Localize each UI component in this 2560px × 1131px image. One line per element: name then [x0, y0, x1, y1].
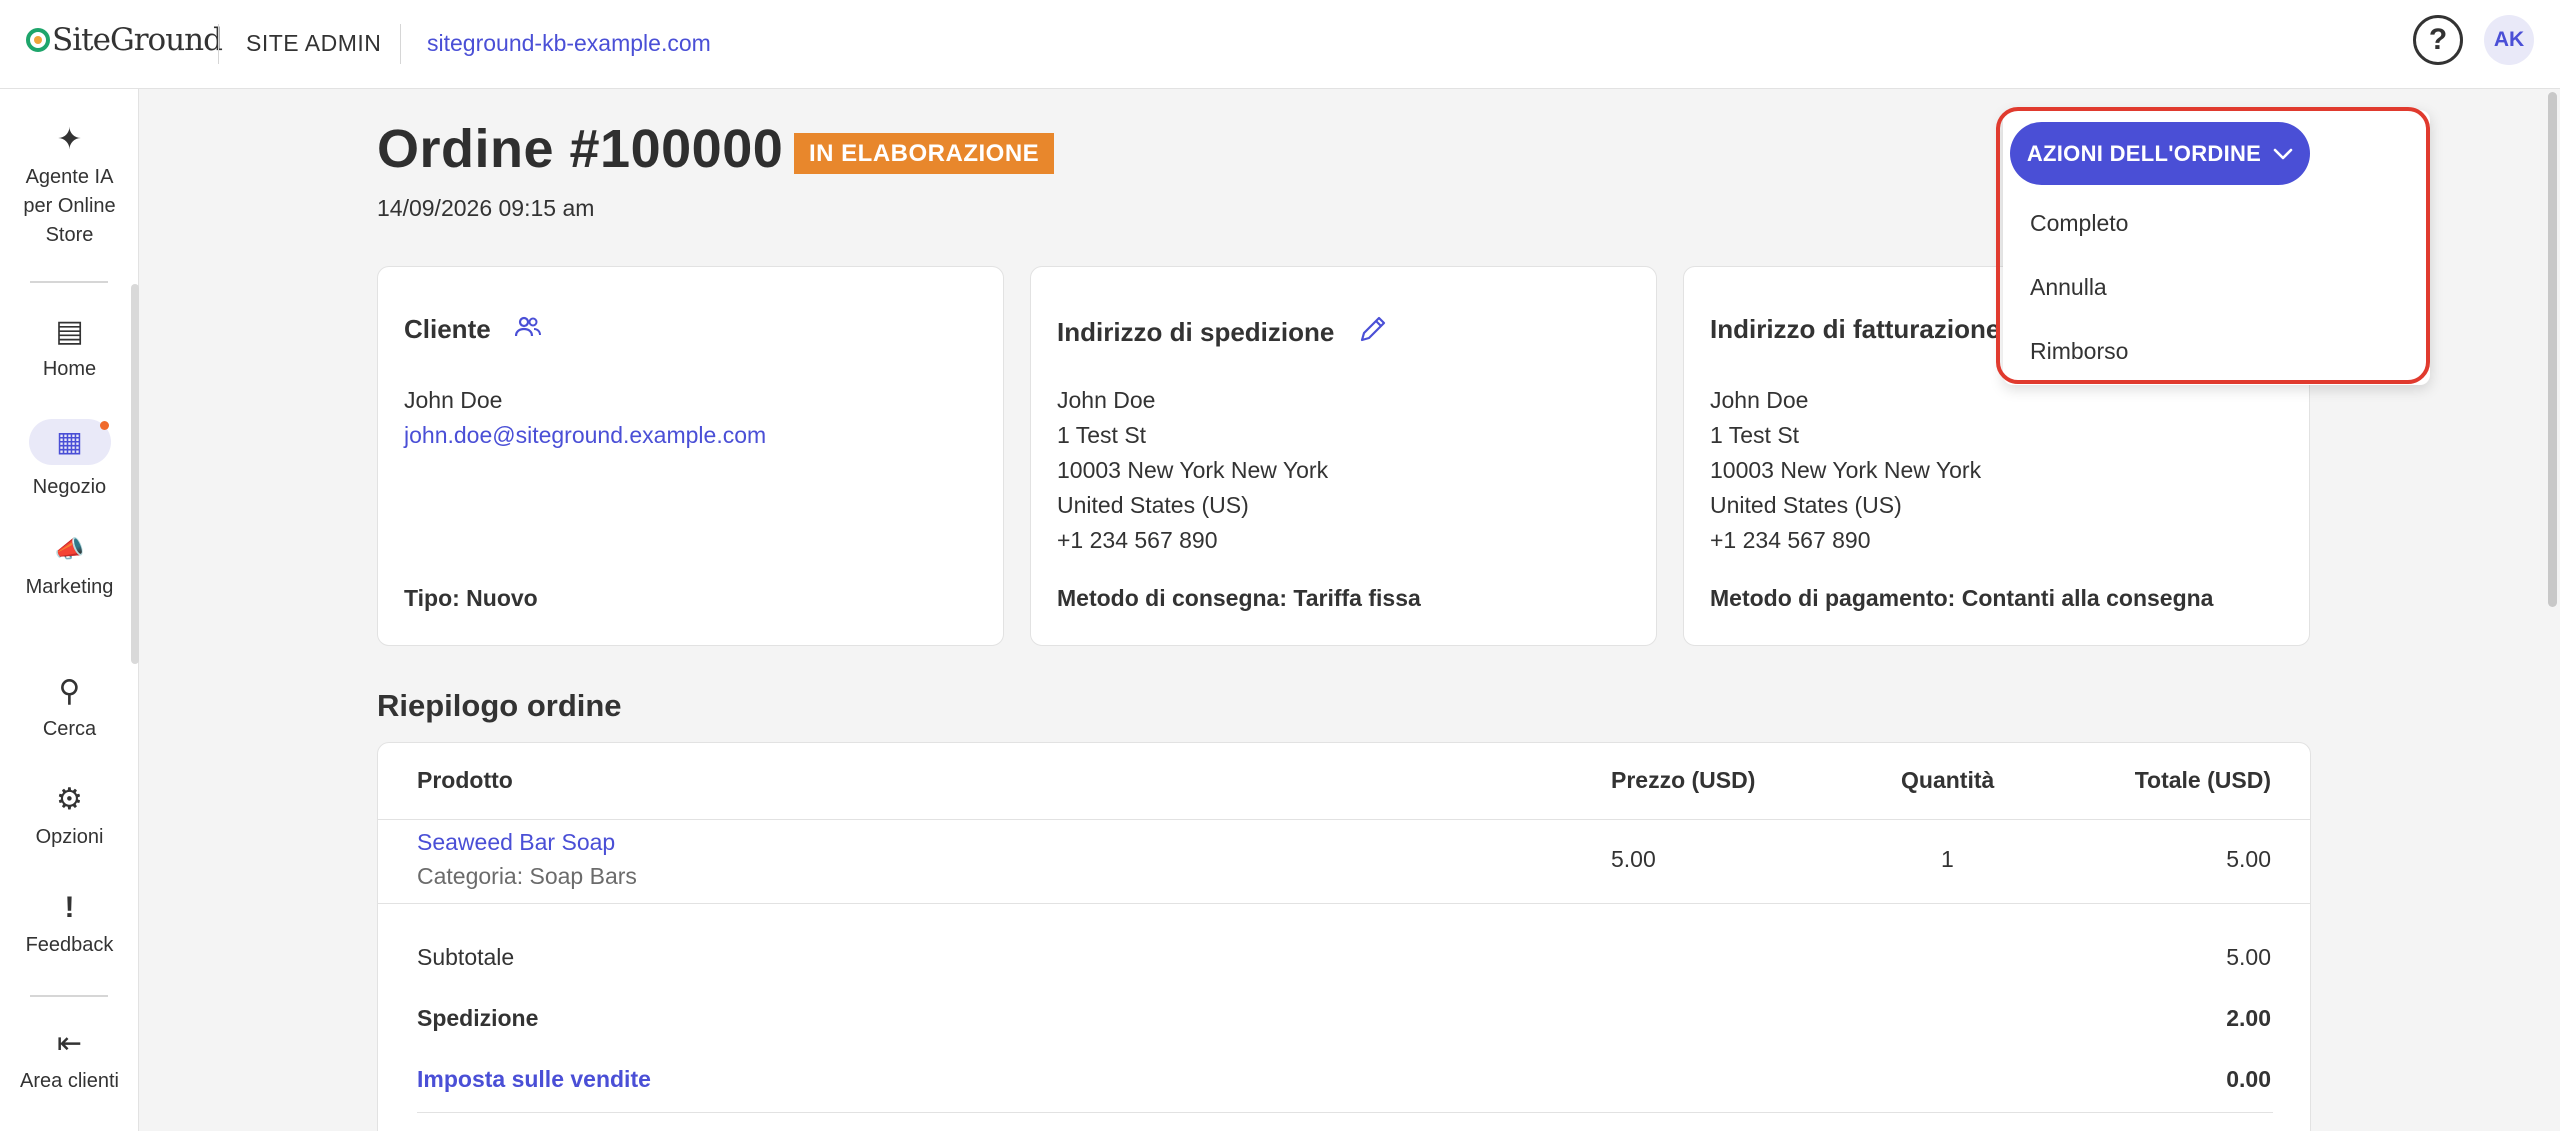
sidebar: ✦ Agente IA per Online Store ▤ Home ▦ Ne…: [0, 89, 139, 1131]
column-header: Quantità: [1901, 767, 1995, 793]
address-line: 1 Test St: [1057, 422, 1147, 448]
sales-tax-link[interactable]: Imposta sulle vendite: [417, 1066, 651, 1093]
address-line: 10003 New York New York: [1710, 457, 1982, 483]
customer-type: Tipo: Nuovo: [404, 585, 538, 611]
menu-item-refund[interactable]: Rimborso: [2030, 338, 2128, 365]
shipping-value: 2.00: [2226, 1005, 2271, 1031]
address-line: John Doe: [1710, 387, 1809, 413]
sidebar-item-label: Feedback: [25, 934, 114, 956]
main-scrollbar[interactable]: [2548, 92, 2557, 607]
sidebar-item-label: Store: [45, 224, 94, 246]
card-title: Cliente: [404, 314, 541, 345]
sidebar-item-label: Home: [42, 358, 97, 380]
divider: [30, 995, 108, 997]
feedback-icon: !: [64, 891, 75, 924]
page-title: Ordine #100000: [377, 119, 784, 179]
megaphone-icon: 📣: [54, 536, 85, 563]
column-header: Totale (USD): [2134, 767, 2271, 793]
divider: [417, 1112, 2273, 1113]
sidebar-item-label: Cerca: [42, 718, 97, 740]
billing-address: John Doe 1 Test St 10003 New York New Yo…: [1710, 383, 1981, 558]
column-header: Prodotto: [417, 767, 513, 793]
edit-icon[interactable]: [1358, 314, 1388, 351]
customer-details: John Doe john.doe@siteground.example.com: [404, 383, 766, 453]
sidebar-item-client-area[interactable]: ⇤ Area clienti: [0, 1029, 139, 1096]
address-line: 1 Test St: [1710, 422, 1800, 448]
sidebar-item-label: Agente IA: [25, 166, 114, 188]
product-link[interactable]: Seaweed Bar Soap: [417, 829, 615, 856]
sidebar-item-ai-agent[interactable]: ✦ Agente IA per Online Store: [0, 125, 139, 250]
shipping-label: Spedizione: [417, 1005, 539, 1031]
subtotal-value: 5.00: [2226, 944, 2271, 970]
exit-icon: ⇤: [56, 1027, 83, 1060]
card-title-text: Indirizzo di fatturazione: [1710, 314, 2001, 344]
avatar[interactable]: AK: [2484, 15, 2534, 65]
sidebar-item-label: Negozio: [32, 476, 107, 498]
product-quantity: 1: [1941, 846, 1954, 872]
sidebar-item-label: Marketing: [25, 576, 114, 598]
address-line: United States (US): [1057, 492, 1249, 518]
address-line: United States (US): [1710, 492, 1902, 518]
shipping-address: John Doe 1 Test St 10003 New York New Yo…: [1057, 383, 1328, 558]
card-title: Indirizzo di spedizione: [1057, 314, 1388, 351]
payment-method: Metodo di pagamento: Contanti alla conse…: [1710, 585, 2214, 611]
order-actions-label: AZIONI DELL'ORDINE: [2026, 140, 2262, 166]
column-header: Prezzo (USD): [1611, 767, 1756, 793]
summary-title: Riepilogo ordine: [377, 688, 622, 723]
site-domain-link[interactable]: siteground-kb-example.com: [427, 30, 711, 57]
order-actions-button[interactable]: AZIONI DELL'ORDINE: [2010, 122, 2310, 185]
search-icon: ⚲: [58, 675, 81, 708]
address-line: 10003 New York New York: [1057, 457, 1329, 483]
product-category: Categoria: Soap Bars: [417, 863, 637, 889]
store-icon: ▦: [28, 419, 111, 465]
card-title-text: Cliente: [404, 314, 491, 344]
siteground-logo[interactable]: SiteGround: [26, 22, 223, 58]
sidebar-item-home[interactable]: ▤ Home: [0, 317, 139, 384]
subtotal-label: Subtotale: [417, 944, 515, 970]
menu-item-complete[interactable]: Completo: [2030, 210, 2128, 237]
users-icon[interactable]: [514, 314, 541, 345]
sidebar-item-search[interactable]: ⚲ Cerca: [0, 677, 139, 744]
chevron-down-icon: [2273, 141, 2293, 167]
sidebar-item-marketing[interactable]: 📣 Marketing: [0, 535, 139, 602]
delivery-method: Metodo di consegna: Tariffa fissa: [1057, 585, 1421, 611]
logo-icon: [26, 28, 50, 52]
status-badge: IN ELABORAZIONE: [794, 133, 1055, 174]
top-bar: SiteGround SITE ADMIN siteground-kb-exam…: [0, 0, 2560, 89]
divider: [378, 819, 2310, 820]
order-summary-table: Prodotto Prezzo (USD) Quantità Totale (U…: [377, 742, 2311, 1131]
home-icon: ▤: [55, 315, 84, 348]
divider: [400, 24, 401, 64]
card-title: Indirizzo di fatturazione: [1710, 314, 2000, 345]
customer-name: John Doe: [404, 387, 503, 413]
sidebar-item-options[interactable]: ⚙ Opzioni: [0, 785, 139, 852]
address-line: John Doe: [1057, 387, 1156, 413]
divider: [30, 281, 108, 283]
sparkle-icon: ✦: [56, 123, 83, 156]
sidebar-item-label: Opzioni: [35, 826, 104, 848]
customer-card: Cliente John Doe john.doe@siteground.exa…: [377, 266, 1004, 646]
menu-item-cancel[interactable]: Annulla: [2030, 274, 2107, 301]
store-glyph: ▦: [56, 425, 83, 457]
gear-icon: ⚙: [56, 783, 83, 816]
card-title-text: Indirizzo di spedizione: [1057, 317, 1335, 347]
sidebar-item-feedback[interactable]: ! Feedback: [0, 893, 139, 960]
divider: [378, 903, 2310, 904]
sidebar-item-label: per Online: [23, 195, 116, 217]
address-line: +1 234 567 890: [1710, 527, 1871, 553]
section-label: SITE ADMIN: [246, 30, 382, 56]
notification-dot: [99, 421, 109, 430]
logo-text: SiteGround: [52, 22, 223, 58]
divider: [218, 24, 219, 64]
sidebar-item-store[interactable]: ▦ Negozio: [0, 419, 139, 502]
product-price: 5.00: [1611, 846, 1656, 872]
product-total: 5.00: [2226, 846, 2271, 872]
order-date: 14/09/2026 09:15 am: [377, 195, 595, 221]
sidebar-item-label: Area clienti: [20, 1070, 119, 1092]
address-line: +1 234 567 890: [1057, 527, 1218, 553]
customer-email-link[interactable]: john.doe@siteground.example.com: [404, 418, 766, 453]
shipping-card: Indirizzo di spedizione John Doe 1 Test …: [1030, 266, 1657, 646]
sales-tax-value: 0.00: [2226, 1066, 2271, 1092]
help-icon[interactable]: ?: [2413, 15, 2463, 65]
